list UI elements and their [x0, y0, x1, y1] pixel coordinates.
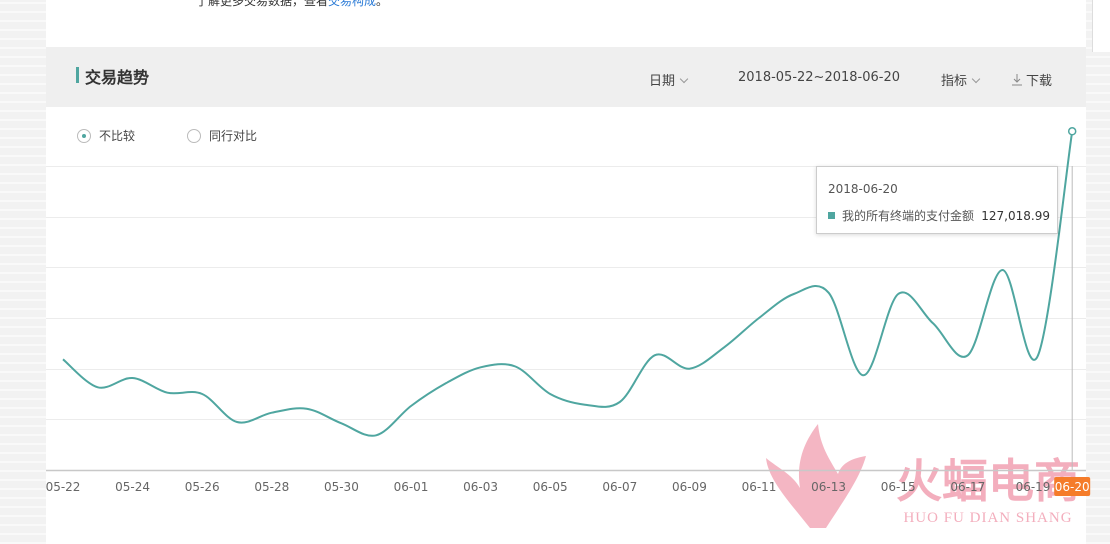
hover-point	[1067, 127, 1077, 136]
watermark-logo: 火蝠电商 HUO FU DIAN SHANG	[766, 424, 1080, 528]
x-tick-label: 05-26	[185, 480, 220, 494]
x-tick-label: 06-20	[1055, 480, 1090, 494]
tooltip-series-row: 我的所有终端的支付金额 127,018.99	[828, 207, 1050, 224]
chart-tooltip: 2018-06-20 我的所有终端的支付金额 127,018.99	[816, 166, 1058, 234]
x-tick-label: 05-22	[46, 480, 81, 494]
tooltip-series-label: 我的所有终端的支付金额	[842, 209, 975, 223]
x-tick-label: 06-17	[950, 480, 985, 494]
x-tick-label: 06-01	[394, 480, 429, 494]
series-swatch	[828, 212, 835, 219]
flame-logo-icon	[766, 424, 866, 528]
x-tick-label: 06-13	[811, 480, 846, 494]
x-tick-label: 05-30	[324, 480, 359, 494]
x-tick-label: 06-07	[602, 480, 637, 494]
x-tick-label: 06-03	[463, 480, 498, 494]
x-tick-label: 05-24	[115, 480, 150, 494]
x-tick-label: 05-28	[254, 480, 289, 494]
x-tick-label: 06-05	[533, 480, 568, 494]
x-tick-label: 06-09	[672, 480, 707, 494]
watermark-cn: 火蝠电商	[896, 454, 1080, 508]
tooltip-value: 127,018.99	[981, 208, 1050, 223]
x-tick-label: 06-19	[1016, 480, 1051, 494]
trend-chart[interactable]: 火蝠电商 HUO FU DIAN SHANG 05-22 05-24 05-26 05-…	[0, 0, 1110, 544]
x-tick-label: 06-11	[742, 480, 777, 494]
x-tick-label: 06-15	[881, 480, 916, 494]
tooltip-date: 2018-06-20	[828, 182, 898, 196]
watermark-en: HUO FU DIAN SHANG	[903, 510, 1072, 526]
